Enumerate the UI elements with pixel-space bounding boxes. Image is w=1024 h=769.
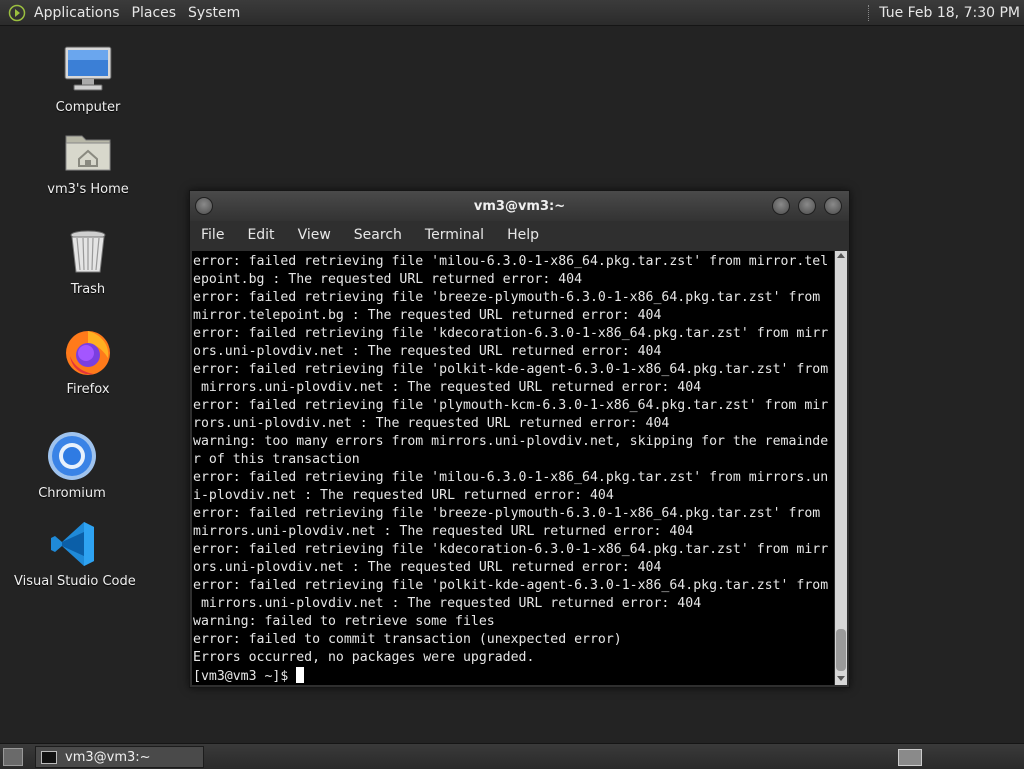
terminal-line: mirrors.uni-plovdiv.net : The requested … [193,596,702,611]
terminal-line: ors.uni-plovdiv.net : The requested URL … [193,560,662,575]
window-title: vm3@vm3:~ [473,199,566,214]
shell-prompt: [vm3@vm3 ~]$ [193,669,297,684]
taskbar-window-label: vm3@vm3:~ [65,749,151,765]
home-folder-icon [62,126,114,178]
terminal-window[interactable]: vm3@vm3:~ File Edit View Search Terminal… [189,190,850,688]
terminal-line: error: failed retrieving file 'breeze-pl… [193,290,821,305]
close-button[interactable] [824,197,842,215]
window-titlebar[interactable]: vm3@vm3:~ [190,191,849,221]
terminal-line: warning: failed to retrieve some files [193,614,495,629]
terminal-output[interactable]: error: failed retrieving file 'milou-6.3… [192,251,834,685]
applications-menu[interactable]: Applications [34,5,128,21]
terminal-line: error: failed retrieving file 'kdecorati… [193,542,829,557]
terminal-line: i-plovdiv.net : The requested URL return… [193,488,614,503]
terminal-line: rors.uni-plovdiv.net : The requested URL… [193,416,670,431]
chromium-icon [46,430,98,482]
terminal-line: warning: too many errors from mirrors.un… [193,434,829,449]
firefox-icon [62,326,114,378]
terminal-line: error: failed retrieving file 'milou-6.3… [193,254,829,269]
terminal-line: error: failed retrieving file 'plymouth-… [193,398,829,413]
menu-view[interactable]: View [287,227,343,243]
desktop-icon-label: Computer [55,100,121,115]
desktop-icon-label: vm3's Home [47,182,129,197]
bottom-panel: vm3@vm3:~ [0,743,1024,769]
terminal-line: mirror.telepoint.bg : The requested URL … [193,308,662,323]
terminal-line: epoint.bg : The requested URL returned e… [193,272,583,287]
places-menu[interactable]: Places [132,5,185,21]
menu-file[interactable]: File [190,227,236,243]
terminal-line: error: failed retrieving file 'breeze-pl… [193,506,821,521]
terminal-line: error: failed retrieving file 'polkit-kd… [193,578,829,593]
scroll-up-arrow-icon[interactable] [837,253,845,258]
vscode-icon [48,518,100,570]
maximize-button[interactable] [798,197,816,215]
terminal-line: mirrors.uni-plovdiv.net : The requested … [193,380,702,395]
terminal-line: error: failed retrieving file 'polkit-kd… [193,362,829,377]
terminal-prompt-line[interactable]: [vm3@vm3 ~]$ [193,667,834,685]
computer-icon [62,44,114,96]
desktop-icon-trash[interactable]: Trash [28,226,148,297]
desktop-icon-label: Firefox [66,382,110,397]
desktop-icon-vscode[interactable]: Visual Studio Code [14,518,136,589]
terminal-menubar: File Edit View Search Terminal Help [190,221,849,249]
taskbar-window-button[interactable]: vm3@vm3:~ [35,746,204,768]
terminal-icon [41,750,57,764]
menu-search[interactable]: Search [343,227,414,243]
terminal-line: Errors occurred, no packages were upgrad… [193,650,535,665]
terminal-line: error: failed retrieving file 'milou-6.3… [193,470,829,485]
workspace-switcher[interactable] [898,749,922,766]
minimize-button[interactable] [772,197,790,215]
terminal-line: mirrors.uni-plovdiv.net : The requested … [193,524,694,539]
terminal-line: r of this transaction [193,452,360,467]
menu-edit[interactable]: Edit [236,227,286,243]
desktop-icon-home[interactable]: vm3's Home [28,126,148,197]
show-desktop-icon[interactable] [3,748,23,766]
system-menu[interactable]: System [188,5,248,21]
text-cursor [296,667,305,683]
top-panel: Applications Places System Tue Feb 18, 7… [0,0,1024,26]
trash-icon [62,226,114,278]
panel-separator [868,4,871,21]
desktop-icon-chromium[interactable]: Chromium [12,430,132,501]
terminal-line: error: failed to commit transaction (une… [193,632,622,647]
desktop-icon-computer[interactable]: Computer [28,44,148,115]
desktop-icon-firefox[interactable]: Firefox [28,326,148,397]
clock[interactable]: Tue Feb 18, 7:30 PM [879,5,1020,21]
scroll-down-arrow-icon[interactable] [837,676,845,681]
terminal-scrollbar[interactable] [835,251,847,685]
desktop-icon-label: Chromium [38,486,106,501]
menu-help[interactable]: Help [496,227,551,243]
desktop-icon-label: Visual Studio Code [14,574,136,589]
scrollbar-thumb[interactable] [836,629,846,671]
terminal-line: ors.uni-plovdiv.net : The requested URL … [193,344,662,359]
desktop-icon-label: Trash [70,282,106,297]
menu-terminal[interactable]: Terminal [414,227,496,243]
applications-logo-icon[interactable] [8,4,26,22]
terminal-line: error: failed retrieving file 'kdecorati… [193,326,829,341]
